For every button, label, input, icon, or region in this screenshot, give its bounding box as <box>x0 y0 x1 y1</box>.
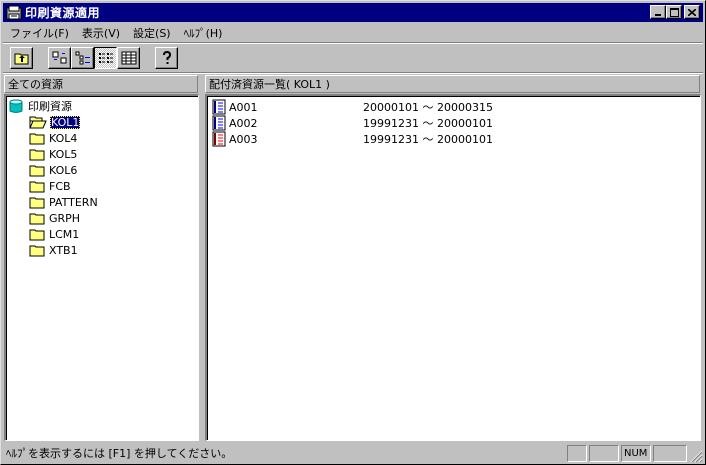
up-folder-icon <box>14 53 28 65</box>
small-icons-icon <box>75 51 90 65</box>
app-icon <box>6 5 22 19</box>
minimize-icon <box>655 14 661 16</box>
tree-item-fcb[interactable]: FCB <box>29 179 72 193</box>
list-item-a001[interactable]: A001 20000101 ～ 20000315 <box>211 99 493 115</box>
list-item-a002[interactable]: A002 19991231 ～ 20000101 <box>211 115 493 131</box>
list-view-button[interactable] <box>94 47 117 69</box>
help-question-icon <box>162 50 171 64</box>
folder-icon <box>29 245 45 256</box>
tree-item-xtb1[interactable]: XTB1 <box>29 243 79 257</box>
right-pane-title: 配付済資源一覧( KOL1 ) <box>209 78 330 91</box>
list-item-date-range: 19991231 ～ 20000101 <box>363 133 493 146</box>
folder-icon <box>29 213 45 224</box>
tree-item-label: GRPH <box>49 211 81 225</box>
up-folder-button[interactable] <box>10 47 33 69</box>
list-item-a003[interactable]: A003 19991231 ～ 20000101 <box>211 131 493 147</box>
large-icons-icon <box>52 51 66 64</box>
minimize-button[interactable] <box>650 5 666 19</box>
tree-item-kol1[interactable]: KOL1 <box>29 115 81 129</box>
tree-item-kol6[interactable]: KOL6 <box>29 163 78 177</box>
left-pane-title: 全ての資源 <box>8 78 63 91</box>
database-icon <box>9 99 23 113</box>
list-item-name: A002 <box>229 116 258 130</box>
open-folder-icon <box>29 116 47 129</box>
left-pane-header: 全ての資源 <box>4 75 198 93</box>
status-text: ﾍﾙﾌﾟを表示するには [F1] を押してください。 <box>6 447 233 460</box>
details-view-button[interactable] <box>117 47 140 69</box>
right-pane-header: 配付済資源一覧( KOL1 ) <box>205 75 700 93</box>
menu-view[interactable]: 表示(V) <box>75 25 126 41</box>
tree-item-kol4[interactable]: KOL4 <box>29 131 78 145</box>
tree-item-label: KOL5 <box>49 147 78 161</box>
tree-item-label: PATTERN <box>49 195 98 209</box>
menu-bar: ファイル(F) 表示(V) 設定(S) ﾍﾙﾌﾟ(H) <box>3 23 703 42</box>
tree-item-label: KOL4 <box>49 131 78 145</box>
toolbar <box>3 44 703 72</box>
folder-icon <box>29 149 45 160</box>
list-item-date-range: 20000101 ～ 20000315 <box>363 101 493 114</box>
tree-item-label: XTB1 <box>49 243 78 257</box>
tree-item-kol5[interactable]: KOL5 <box>29 147 78 161</box>
menu-file[interactable]: ファイル(F) <box>3 25 75 41</box>
tree-item-pattern[interactable]: PATTERN <box>29 195 99 209</box>
folder-icon <box>29 181 45 192</box>
large-icons-button[interactable] <box>48 47 71 69</box>
folder-icon <box>29 229 45 240</box>
help-button[interactable] <box>155 47 178 69</box>
pane-splitter[interactable] <box>200 75 204 441</box>
tree-item-label: KOL6 <box>49 163 78 177</box>
tree-item-grph[interactable]: GRPH <box>29 211 81 225</box>
num-lock-indicator: NUM <box>624 447 648 459</box>
maximize-icon <box>669 7 679 17</box>
title-bar[interactable]: 印刷資源適用 <box>3 3 703 22</box>
status-cell-caps <box>567 444 587 462</box>
close-button[interactable] <box>684 5 700 19</box>
list-item-name: A003 <box>229 132 258 146</box>
status-cell-num: NUM <box>621 444 651 462</box>
status-bar: ﾍﾙﾌﾟを表示するには [F1] を押してください。 NUM <box>3 443 703 463</box>
toolbar-separator <box>3 72 703 74</box>
folder-icon <box>29 197 45 208</box>
tree-item-lcm1[interactable]: LCM1 <box>29 227 80 241</box>
tree-item-label: KOL1 <box>50 115 81 129</box>
status-cell-kana <box>589 444 619 462</box>
status-cell-scroll <box>653 444 687 462</box>
folder-icon <box>29 133 45 144</box>
details-view-icon <box>121 51 136 65</box>
menu-settings[interactable]: 設定(S) <box>126 25 177 41</box>
list-item-date-range: 19991231 ～ 20000101 <box>363 117 493 130</box>
small-icons-button[interactable] <box>71 47 94 69</box>
resize-grip-icon[interactable] <box>689 449 703 463</box>
list-view-icon <box>98 53 113 63</box>
tree-root-label: 印刷資源 <box>28 99 72 113</box>
menu-help[interactable]: ﾍﾙﾌﾟ(H) <box>177 25 229 41</box>
document-icon <box>212 131 226 147</box>
document-icon <box>212 99 226 115</box>
tree-root[interactable]: 印刷資源 <box>8 99 73 113</box>
close-icon <box>688 8 696 16</box>
document-icon <box>212 115 226 131</box>
list-item-name: A001 <box>229 100 258 114</box>
main-window: 印刷資源適用 ファイル(F) 表示(V) 設定(S) ﾍﾙﾌﾟ(H) 全ての資源… <box>0 0 706 465</box>
maximize-button[interactable] <box>666 5 682 19</box>
tree-item-label: FCB <box>49 179 71 193</box>
window-title: 印刷資源適用 <box>25 6 101 20</box>
folder-icon <box>29 165 45 176</box>
tree-item-label: LCM1 <box>49 227 80 241</box>
